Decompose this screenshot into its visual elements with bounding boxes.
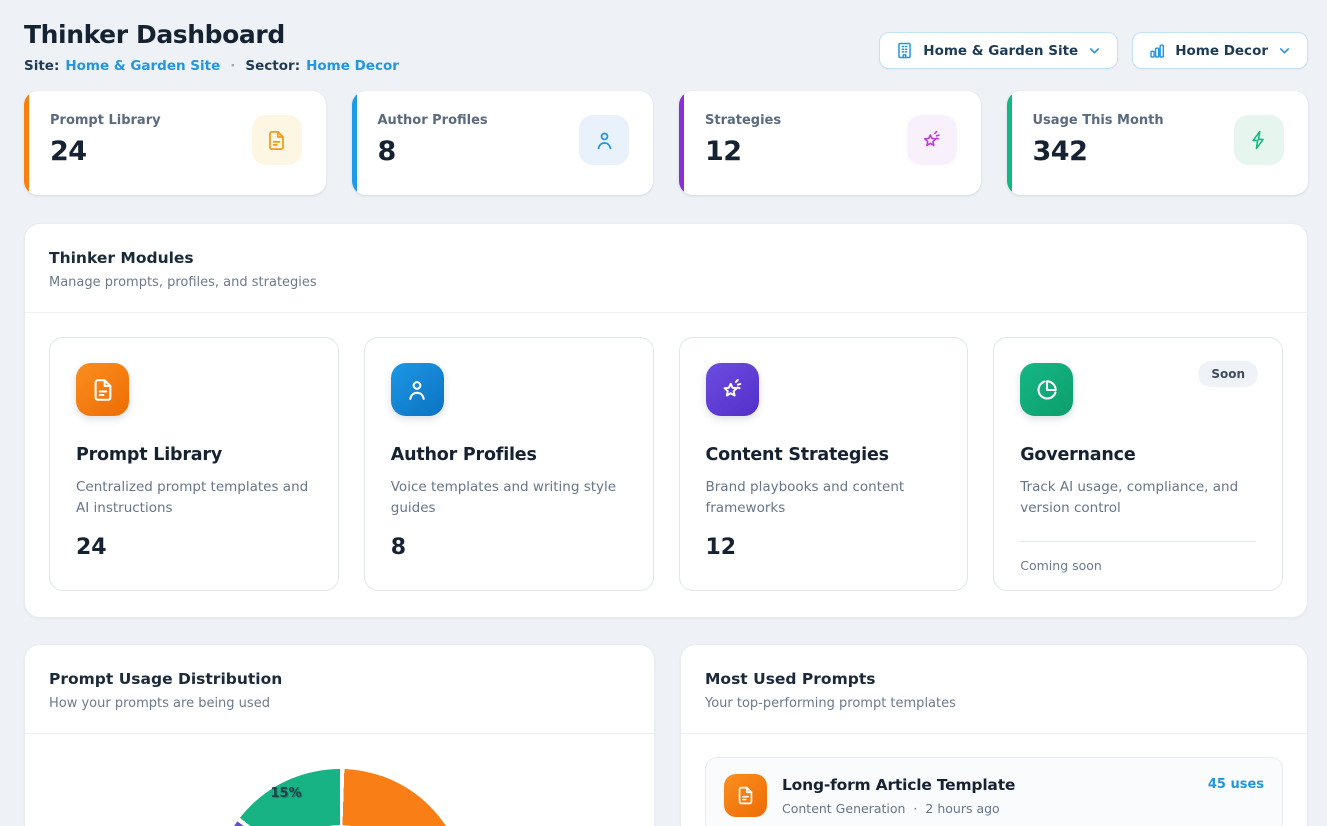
prompt-item-main: Long-form Article Template Content Gener… (782, 776, 1193, 816)
person-icon (579, 115, 629, 165)
modules-grid: Prompt Library Centralized prompt templa… (25, 313, 1307, 617)
usage-card-header: Prompt Usage Distribution How your promp… (25, 645, 654, 734)
person-icon (391, 363, 444, 416)
bar-chart-icon (1148, 42, 1166, 60)
module-card-governance[interactable]: Soon Governance Track AI usage, complian… (993, 337, 1283, 591)
lightning-icon (1234, 115, 1284, 165)
module-card-content-strategies[interactable]: Content Strategies Brand playbooks and c… (679, 337, 969, 591)
sparkle-star-icon (706, 363, 759, 416)
site-selector-label: Home & Garden Site (923, 43, 1078, 59)
separator-dot: · (913, 801, 917, 816)
coming-soon-text: Coming soon (1020, 558, 1256, 573)
sector-selector-label: Home Decor (1175, 43, 1268, 59)
document-icon (724, 774, 767, 817)
prompt-list: Long-form Article Template Content Gener… (681, 734, 1307, 826)
stat-card-prompt-library[interactable]: Prompt Library 24 (24, 91, 326, 195)
prompt-item-title: Long-form Article Template (782, 776, 1193, 794)
prompt-item-uses-badge: 45 uses (1208, 777, 1264, 792)
stat-card-usage[interactable]: Usage This Month 342 (1007, 91, 1309, 195)
divider (1020, 541, 1256, 542)
stats-row: Prompt Library 24 Author Profiles 8 Stra… (24, 91, 1308, 195)
building-icon (895, 41, 914, 60)
module-description: Brand playbooks and content frameworks (706, 477, 942, 519)
sector-selector-dropdown[interactable]: Home Decor (1132, 32, 1308, 69)
sector-label: Sector: (245, 58, 300, 74)
prompts-card-title: Most Used Prompts (705, 670, 1283, 688)
most-used-prompts-card: Most Used Prompts Your top-performing pr… (680, 644, 1308, 826)
site-link[interactable]: Home & Garden Site (65, 58, 220, 74)
thinker-modules-panel: Thinker Modules Manage prompts, profiles… (24, 223, 1308, 618)
module-count: 8 (391, 535, 627, 560)
module-card-author-profiles[interactable]: Author Profiles Voice templates and writ… (364, 337, 654, 591)
prompt-usage-card: Prompt Usage Distribution How your promp… (24, 644, 655, 826)
stat-card-author-profiles[interactable]: Author Profiles 8 (352, 91, 654, 195)
module-title: Author Profiles (391, 445, 627, 465)
modules-panel-subtitle: Manage prompts, profiles, and strategies (49, 275, 1283, 290)
prompts-card-header: Most Used Prompts Your top-performing pr… (681, 645, 1307, 734)
chevron-down-icon (1087, 43, 1102, 58)
page-title: Thinker Dashboard (24, 20, 399, 49)
document-icon (252, 115, 302, 165)
separator-dot: · (230, 58, 235, 74)
dashboard-page: Thinker Dashboard Site: Home & Garden Si… (0, 0, 1327, 826)
donut-ring[interactable]: 15% (213, 769, 467, 826)
modules-panel-header: Thinker Modules Manage prompts, profiles… (25, 224, 1307, 313)
module-description: Track AI usage, compliance, and version … (1020, 477, 1256, 519)
pie-chart-icon (1020, 363, 1073, 416)
stat-card-strategies[interactable]: Strategies 12 (679, 91, 981, 195)
module-title: Governance (1020, 445, 1256, 465)
chevron-down-icon (1277, 43, 1292, 58)
donut-data-label: 15% (271, 786, 302, 801)
usage-card-subtitle: How your prompts are being used (49, 696, 630, 711)
prompt-item-meta: Content Generation · 2 hours ago (782, 801, 1193, 816)
sparkle-star-icon (907, 115, 957, 165)
document-icon (76, 363, 129, 416)
header-dropdowns: Home & Garden Site Home Decor (879, 32, 1308, 69)
module-count: 24 (76, 535, 312, 560)
prompt-list-item[interactable]: Long-form Article Template Content Gener… (705, 757, 1283, 826)
module-card-prompt-library[interactable]: Prompt Library Centralized prompt templa… (49, 337, 339, 591)
donut-chart: 15% (213, 769, 467, 826)
header-left: Thinker Dashboard Site: Home & Garden Si… (24, 20, 399, 74)
usage-card-title: Prompt Usage Distribution (49, 670, 630, 688)
module-count: 12 (706, 535, 942, 560)
site-selector-dropdown[interactable]: Home & Garden Site (879, 32, 1118, 69)
sector-link[interactable]: Home Decor (306, 58, 399, 74)
prompts-card-subtitle: Your top-performing prompt templates (705, 696, 1283, 711)
prompt-item-time: 2 hours ago (925, 801, 999, 816)
module-description: Centralized prompt templates and AI inst… (76, 477, 312, 519)
module-title: Content Strategies (706, 445, 942, 465)
bottom-row: Prompt Usage Distribution How your promp… (24, 644, 1308, 826)
prompt-item-category: Content Generation (782, 801, 905, 816)
modules-panel-title: Thinker Modules (49, 249, 1283, 267)
breadcrumb: Site: Home & Garden Site · Sector: Home … (24, 58, 399, 74)
site-label: Site: (24, 58, 59, 74)
soon-badge: Soon (1198, 361, 1258, 387)
module-description: Voice templates and writing style guides (391, 477, 627, 519)
page-header: Thinker Dashboard Site: Home & Garden Si… (24, 20, 1308, 74)
module-title: Prompt Library (76, 445, 312, 465)
